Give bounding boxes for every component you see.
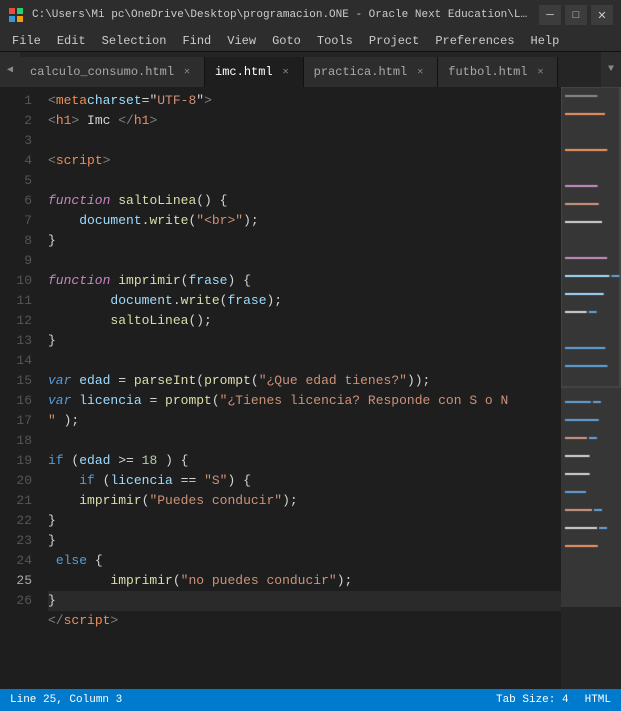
code-line-7: document.write("<br>"); xyxy=(48,211,561,231)
line-num-15: 15 xyxy=(0,371,40,391)
code-line-11: document.write(frase); xyxy=(48,291,561,311)
code-line-3 xyxy=(48,131,561,151)
code-line-15: var edad = parseInt(prompt("¿Que edad ti… xyxy=(48,371,561,391)
menu-selection[interactable]: Selection xyxy=(94,30,175,52)
code-line-18: if (edad >= 18 ) { xyxy=(48,451,561,471)
maximize-button[interactable]: □ xyxy=(565,5,587,25)
menu-goto[interactable]: Goto xyxy=(264,30,309,52)
line-num-1: 1 xyxy=(0,91,40,111)
line-num-7: 7 xyxy=(0,211,40,231)
line-num-24: 24 xyxy=(0,551,40,571)
close-button[interactable]: ✕ xyxy=(591,5,613,25)
code-line-12: saltoLinea(); xyxy=(48,311,561,331)
status-right: Tab Size: 4 HTML xyxy=(496,694,611,706)
tab-scroll-right[interactable]: ▼ xyxy=(601,52,621,87)
tab-bar: ◀ calculo_consumo.html ✕ imc.html ✕ prac… xyxy=(0,52,621,87)
code-line-6: function saltoLinea() { xyxy=(48,191,561,211)
menu-bar: File Edit Selection Find View Goto Tools… xyxy=(0,30,621,52)
menu-help[interactable]: Help xyxy=(523,30,568,52)
language-mode[interactable]: HTML xyxy=(585,694,611,706)
code-line-10: function imprimir(frase) { xyxy=(48,271,561,291)
tab-close-practica[interactable]: ✕ xyxy=(413,65,427,79)
code-line-2: <h1> Imc </h1> xyxy=(48,111,561,131)
code-area[interactable]: <meta charset="UTF-8"> <h1> Imc </h1> <s… xyxy=(40,87,561,689)
line-num-17: 17 xyxy=(0,411,40,431)
line-num-5: 5 xyxy=(0,171,40,191)
code-line-26: </script> xyxy=(48,611,561,631)
code-line-20: imprimir("Puedes conducir"); xyxy=(48,491,561,511)
status-left: Line 25, Column 3 xyxy=(10,694,122,706)
title-bar: C:\Users\Mi pc\OneDrive\Desktop\programa… xyxy=(0,0,621,30)
line-num-8: 8 xyxy=(0,231,40,251)
tab-label: practica.html xyxy=(314,65,408,79)
window-controls: ─ □ ✕ xyxy=(539,5,613,25)
code-line-24: imprimir("no puedes conducir"); xyxy=(48,571,561,591)
tab-practica[interactable]: practica.html ✕ xyxy=(304,57,439,87)
menu-view[interactable]: View xyxy=(219,30,264,52)
tab-calculo[interactable]: calculo_consumo.html ✕ xyxy=(20,57,205,87)
menu-preferences[interactable]: Preferences xyxy=(427,30,522,52)
code-line-16b: " ); xyxy=(48,411,561,431)
tab-futbol[interactable]: futbol.html ✕ xyxy=(438,57,558,87)
menu-file[interactable]: File xyxy=(4,30,49,52)
line-num-20: 20 xyxy=(0,471,40,491)
line-num-4: 4 xyxy=(0,151,40,171)
code-line-22: } xyxy=(48,531,561,551)
code-line-19: if (licencia == "S") { xyxy=(48,471,561,491)
tab-close-calculo[interactable]: ✕ xyxy=(180,65,194,79)
code-line-14 xyxy=(48,351,561,371)
menu-tools[interactable]: Tools xyxy=(309,30,361,52)
code-line-1: <meta charset="UTF-8"> xyxy=(48,91,561,111)
code-line-25: } xyxy=(48,591,561,611)
line-num-14: 14 xyxy=(0,351,40,371)
tab-close-imc[interactable]: ✕ xyxy=(279,65,293,79)
code-line-16: var licencia = prompt("¿Tienes licencia?… xyxy=(48,391,561,411)
code-line-17 xyxy=(48,431,561,451)
code-line-8: } xyxy=(48,231,561,251)
status-bar: Line 25, Column 3 Tab Size: 4 HTML xyxy=(0,689,621,711)
app-icon xyxy=(8,7,24,23)
tab-label: imc.html xyxy=(215,65,273,79)
code-line-13: } xyxy=(48,331,561,351)
menu-project[interactable]: Project xyxy=(361,30,427,52)
code-line-5 xyxy=(48,171,561,191)
tab-size[interactable]: Tab Size: 4 xyxy=(496,694,569,706)
line-num-18: 18 xyxy=(0,431,40,451)
line-num-2: 2 xyxy=(0,111,40,131)
tab-imc[interactable]: imc.html ✕ xyxy=(205,57,304,87)
line-num-26: 26 xyxy=(0,591,40,611)
code-line-4: <script> xyxy=(48,151,561,171)
line-num-25: 25 xyxy=(0,571,40,591)
editor-area: 1 2 3 4 5 6 7 8 9 10 11 12 13 14 15 16 1… xyxy=(0,87,621,689)
line-num-6: 6 xyxy=(0,191,40,211)
line-num-3: 3 xyxy=(0,131,40,151)
line-num-21: 21 xyxy=(0,491,40,511)
cursor-position[interactable]: Line 25, Column 3 xyxy=(10,694,122,706)
line-numbers: 1 2 3 4 5 6 7 8 9 10 11 12 13 14 15 16 1… xyxy=(0,87,40,689)
line-num-22: 22 xyxy=(0,511,40,531)
line-num-11: 11 xyxy=(0,291,40,311)
tab-label: futbol.html xyxy=(448,65,527,79)
minimap-canvas xyxy=(561,87,621,607)
line-num-13: 13 xyxy=(0,331,40,351)
line-num-16: 16 xyxy=(0,391,40,411)
window-title: C:\Users\Mi pc\OneDrive\Desktop\programa… xyxy=(32,9,531,21)
line-num-12: 12 xyxy=(0,311,40,331)
code-line-23: else { xyxy=(48,551,561,571)
minimize-button[interactable]: ─ xyxy=(539,5,561,25)
line-num-9: 9 xyxy=(0,251,40,271)
line-num-10: 10 xyxy=(0,271,40,291)
minimap xyxy=(561,87,621,689)
code-line-9 xyxy=(48,251,561,271)
code-line-21: } xyxy=(48,511,561,531)
menu-find[interactable]: Find xyxy=(174,30,219,52)
tab-scroll-left[interactable]: ◀ xyxy=(0,52,20,87)
line-num-23: 23 xyxy=(0,531,40,551)
menu-edit[interactable]: Edit xyxy=(49,30,94,52)
line-num-19: 19 xyxy=(0,451,40,471)
tab-label: calculo_consumo.html xyxy=(30,65,174,79)
tab-close-futbol[interactable]: ✕ xyxy=(533,65,547,79)
